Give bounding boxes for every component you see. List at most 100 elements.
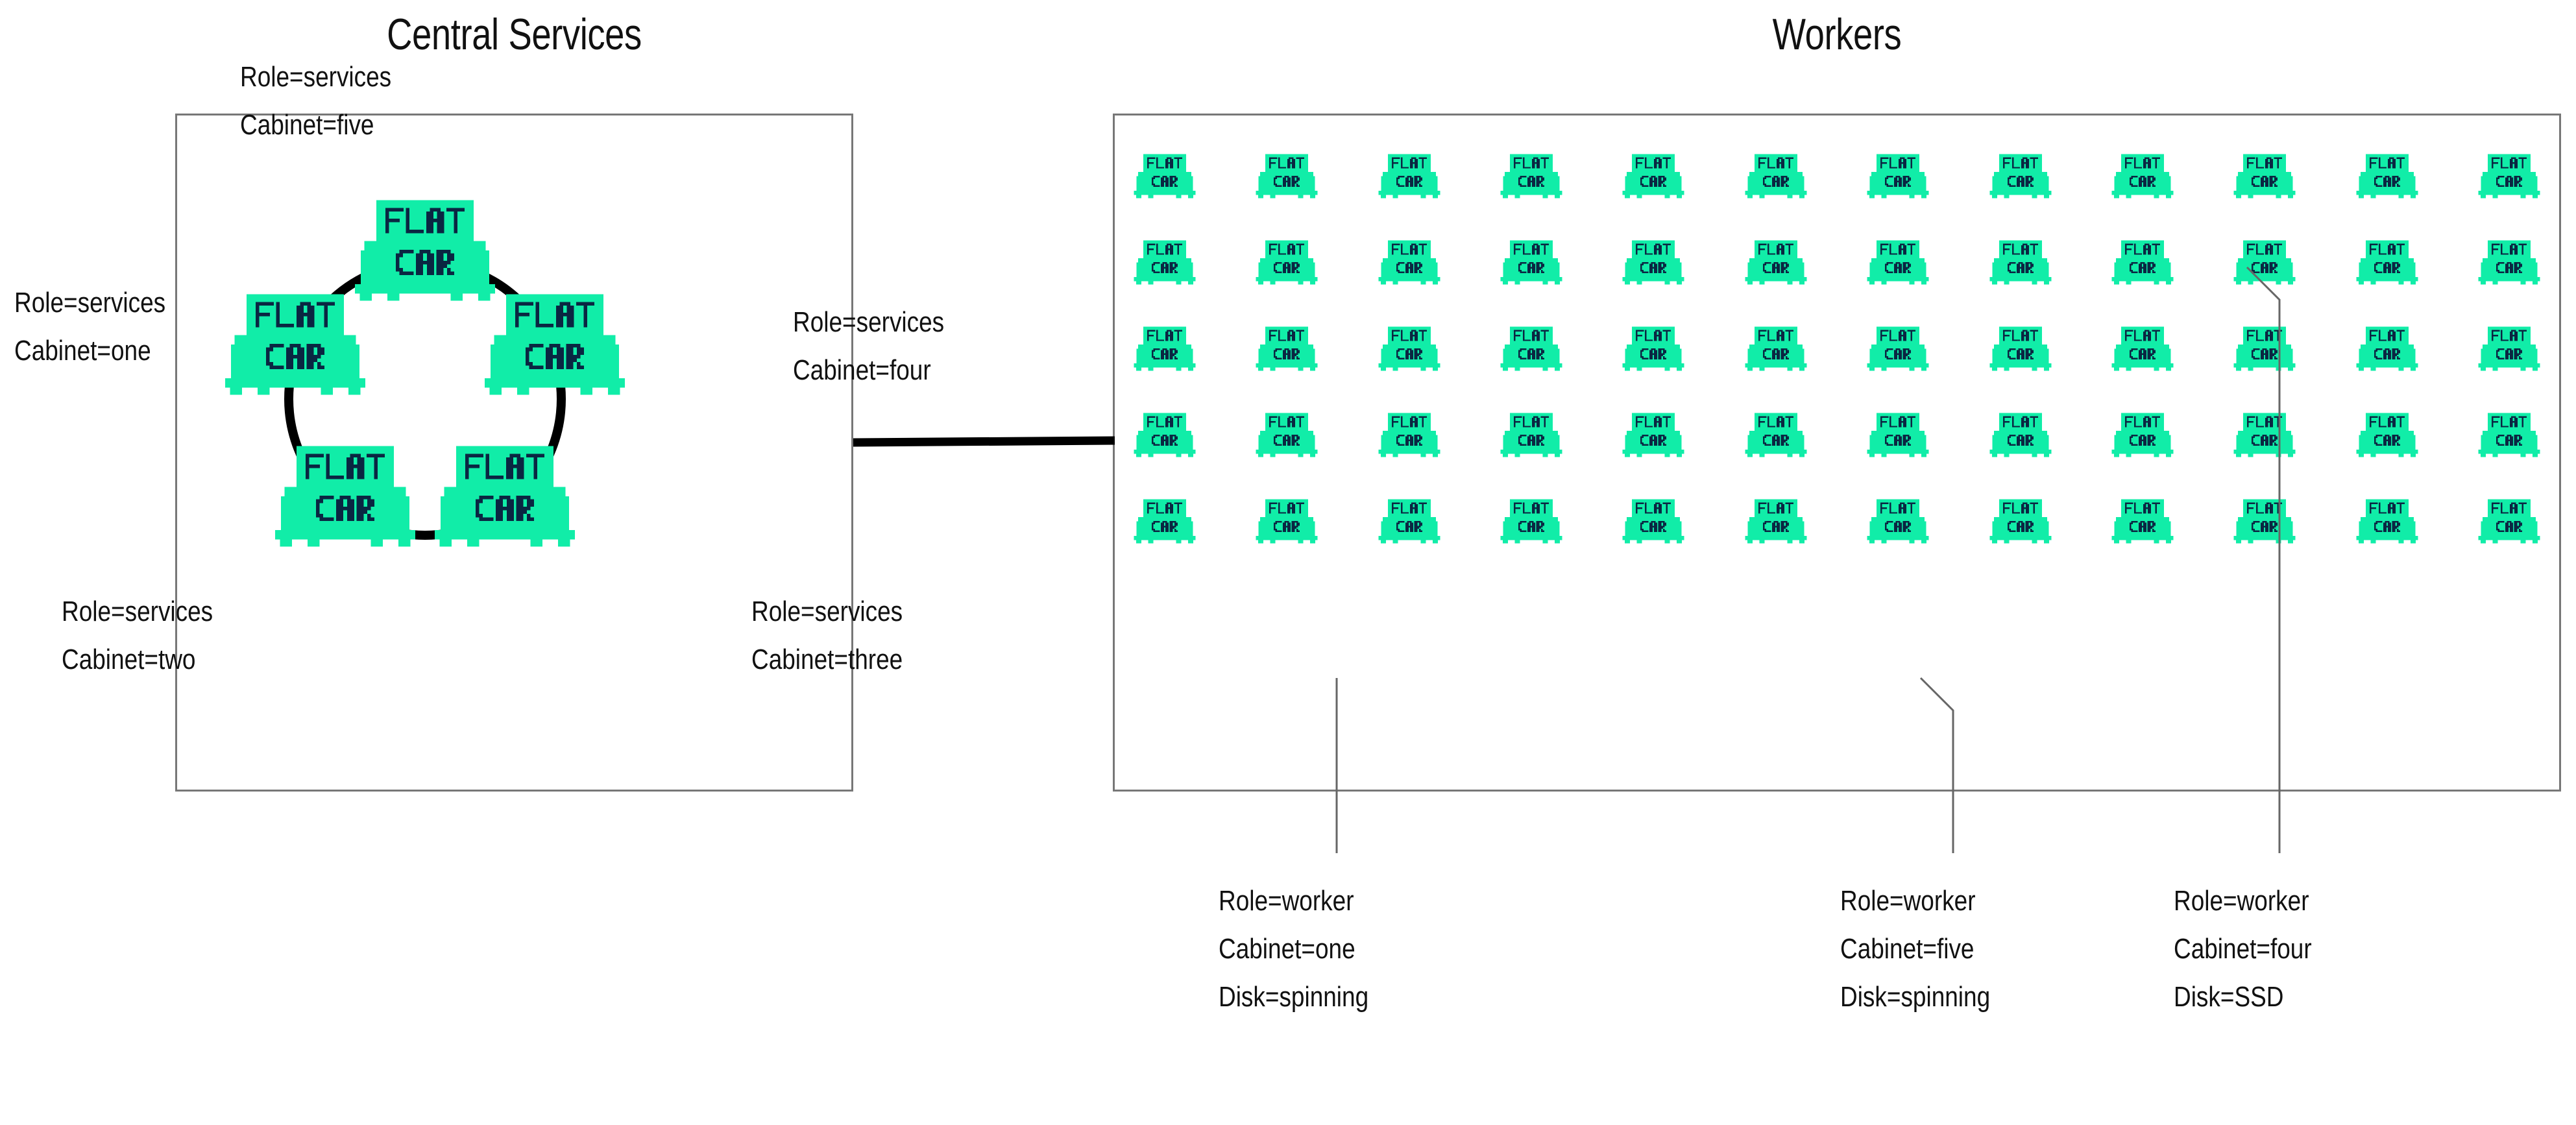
worker-node[interactable] (2111, 411, 2174, 470)
flatcar-logo-icon (1989, 240, 2051, 285)
flatcar-logo-icon (1500, 326, 1562, 371)
worker-node[interactable] (2111, 325, 2174, 383)
worker-node[interactable] (2111, 498, 2174, 556)
label-services-cabinet-five: Role=services Cabinet=five (240, 61, 392, 141)
worker-node[interactable] (2233, 325, 2296, 383)
worker-node[interactable] (1378, 325, 1440, 383)
worker-node[interactable] (1989, 152, 2052, 211)
flatcar-logo-icon (1867, 326, 1929, 371)
label-services-cabinet-four: Role=services Cabinet=four (793, 306, 945, 386)
worker-node[interactable] (1134, 498, 1196, 556)
flatcar-logo-icon (2356, 499, 2418, 544)
worker-node[interactable] (2233, 411, 2296, 470)
worker-node[interactable] (1500, 152, 1562, 211)
worker-node[interactable] (1745, 498, 1807, 556)
worker-node[interactable] (1256, 239, 1318, 297)
worker-row (1113, 325, 2561, 387)
worker-node[interactable] (1378, 411, 1440, 470)
flatcar-logo-icon (1745, 154, 1807, 199)
flatcar-logo-icon (1378, 499, 1440, 544)
central-node-services-one[interactable] (225, 291, 366, 424)
worker-node[interactable] (2478, 239, 2540, 297)
worker-node[interactable] (1867, 239, 1929, 297)
flatcar-logo-icon (1989, 499, 2051, 544)
flatcar-logo-icon (2356, 326, 2418, 371)
flatcar-logo-icon (2478, 413, 2540, 457)
flatcar-logo-icon (1256, 413, 1318, 457)
central-node-services-three[interactable] (434, 442, 576, 575)
worker-node[interactable] (2478, 152, 2540, 211)
worker-node[interactable] (1622, 498, 1684, 556)
worker-node[interactable] (1378, 152, 1440, 211)
worker-node[interactable] (1989, 411, 2052, 470)
worker-node[interactable] (1134, 239, 1196, 297)
worker-node[interactable] (1134, 325, 1196, 383)
worker-node[interactable] (1867, 498, 1929, 556)
worker-node[interactable] (1378, 239, 1440, 297)
worker-node[interactable] (1256, 411, 1318, 470)
worker-node[interactable] (2356, 239, 2418, 297)
worker-node[interactable] (2478, 325, 2540, 383)
flatcar-logo-icon (2356, 154, 2418, 199)
worker-node[interactable] (1134, 411, 1196, 470)
central-node-services-two[interactable] (274, 442, 416, 575)
label-services-cabinet-three: Role=services Cabinet=three (751, 596, 903, 675)
flatcar-logo-icon (1867, 413, 1929, 457)
flatcar-logo-icon (1867, 154, 1929, 199)
worker-node[interactable] (1622, 152, 1684, 211)
worker-node[interactable] (1989, 498, 2052, 556)
worker-node[interactable] (1867, 325, 1929, 383)
worker-node[interactable] (1500, 239, 1562, 297)
central-node-services-five[interactable] (354, 197, 496, 330)
worker-node[interactable] (1622, 239, 1684, 297)
worker-node[interactable] (1867, 411, 1929, 470)
worker-node[interactable] (1745, 325, 1807, 383)
worker-node[interactable] (1867, 152, 1929, 211)
worker-node[interactable] (2478, 411, 2540, 470)
worker-node[interactable] (1745, 152, 1807, 211)
flatcar-logo-icon (1378, 240, 1440, 285)
worker-row (1113, 411, 2561, 474)
worker-node[interactable] (1989, 239, 2052, 297)
flatcar-logo-icon (1134, 154, 1196, 199)
worker-node[interactable] (1745, 239, 1807, 297)
worker-node[interactable] (1256, 325, 1318, 383)
worker-node[interactable] (1500, 411, 1562, 470)
worker-node[interactable] (1378, 498, 1440, 556)
flatcar-logo-icon (1623, 499, 1684, 544)
worker-node-grid (1113, 114, 2561, 792)
central-node-services-four[interactable] (484, 291, 626, 424)
worker-node[interactable] (1134, 152, 1196, 211)
worker-node[interactable] (1989, 325, 2052, 383)
worker-node[interactable] (2233, 239, 2296, 297)
worker-node[interactable] (2478, 498, 2540, 556)
worker-node[interactable] (1500, 498, 1562, 556)
worker-node[interactable] (2356, 325, 2418, 383)
flatcar-logo-icon (2478, 499, 2540, 544)
worker-node[interactable] (2111, 239, 2174, 297)
label-services-cabinet-two: Role=services Cabinet=two (62, 596, 213, 675)
worker-node[interactable] (1745, 411, 1807, 470)
flatcar-logo-icon (1989, 154, 2051, 199)
flatcar-logo-icon (2111, 413, 2174, 457)
flatcar-logo-icon (2478, 240, 2540, 285)
worker-node[interactable] (2233, 498, 2296, 556)
worker-node[interactable] (1622, 411, 1684, 470)
worker-node[interactable] (2356, 498, 2418, 556)
flatcar-logo-icon (2111, 240, 2174, 285)
worker-node[interactable] (2111, 152, 2174, 211)
worker-node[interactable] (2233, 152, 2296, 211)
worker-node[interactable] (1622, 325, 1684, 383)
flatcar-logo-icon (1134, 240, 1196, 285)
flatcar-logo-icon (2478, 326, 2540, 371)
flatcar-logo-icon (1256, 326, 1318, 371)
worker-node[interactable] (1256, 498, 1318, 556)
flatcar-logo-icon (1500, 499, 1562, 544)
flatcar-logo-icon (1500, 413, 1562, 457)
worker-node[interactable] (1500, 325, 1562, 383)
flatcar-logo-icon (1134, 499, 1196, 544)
worker-node[interactable] (1256, 152, 1318, 211)
worker-node[interactable] (2356, 411, 2418, 470)
flatcar-logo-icon (354, 200, 496, 301)
worker-node[interactable] (2356, 152, 2418, 211)
